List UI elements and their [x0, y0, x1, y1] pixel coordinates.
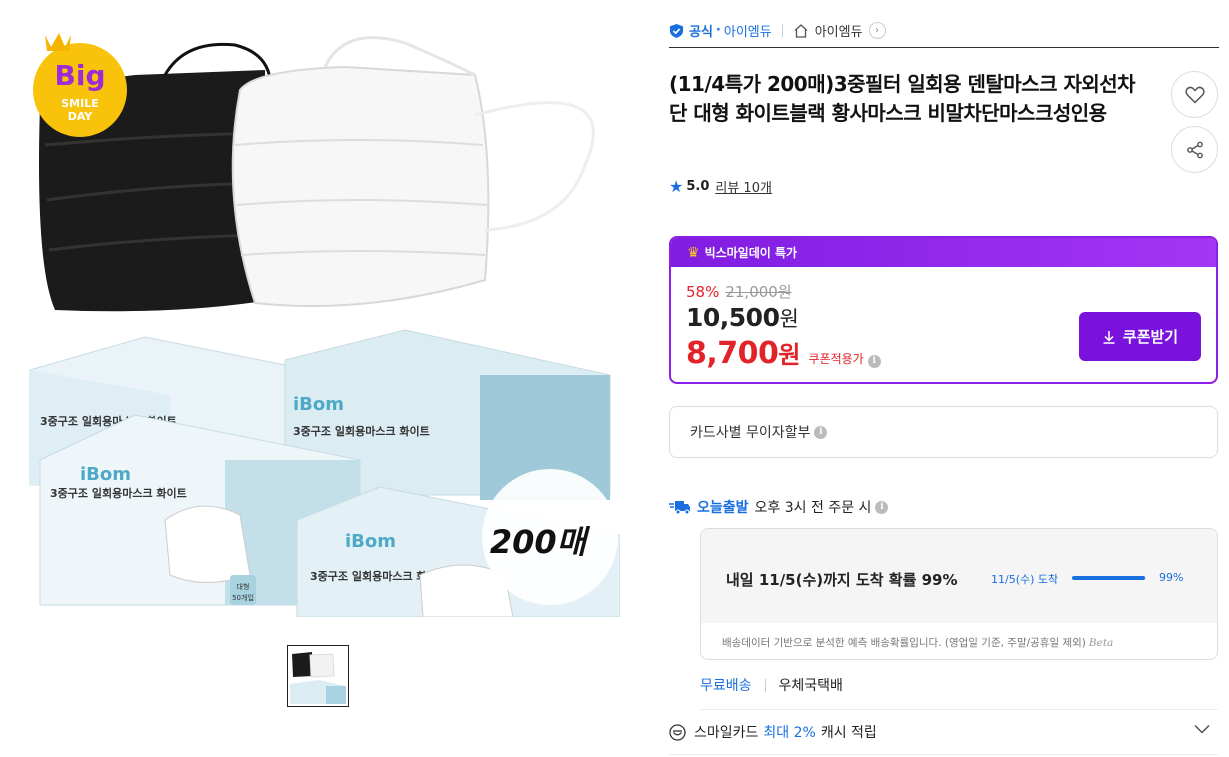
smile-icon: [669, 723, 686, 741]
arrival-text: 내일 11/5(수)까지 도착 확률 99%: [726, 571, 958, 589]
review-link[interactable]: 리뷰 10개: [715, 177, 772, 196]
box2-brand: iBom: [293, 394, 344, 415]
sale-price-amount: 10,500: [686, 303, 780, 332]
discount-rate: 58%: [686, 282, 720, 301]
share-button[interactable]: [1171, 126, 1218, 173]
official-dot: ·: [715, 23, 721, 38]
free-shipping-label: 무료배송: [700, 678, 752, 694]
fast-truck-icon: [669, 501, 690, 515]
official-label: 공식: [689, 25, 713, 40]
divider: [700, 709, 1218, 710]
white-mask-graphic: [231, 36, 595, 308]
arrival-probability-bar: [1072, 576, 1146, 580]
product-title: (11/4특가 200매)3중필터 일회용 덴탈마스크 자외선차단 대형 화이트…: [669, 72, 1136, 125]
arrival-probability-fill: [1072, 576, 1146, 580]
installment-info[interactable]: 카드사별 무이자할부 i: [669, 406, 1218, 458]
chevron-right-icon: ›: [868, 22, 886, 39]
share-icon: [1186, 141, 1203, 158]
discount-row: 58% 21,000원: [686, 281, 792, 302]
arrival-date-label: 11/5(수) 도착: [991, 573, 1059, 586]
badge-big-text: Big: [55, 59, 106, 92]
coupon-price-amount: 8,700: [686, 336, 779, 371]
coupon-download-label: 쿠폰받기: [1122, 328, 1179, 346]
big-smile-day-deal-box: ♛ 빅스마일데이 특가 58% 21,000원 10,500원 8,700 원 …: [669, 236, 1218, 384]
sale-price: 10,500원: [686, 303, 799, 333]
thumbnail-1[interactable]: [287, 645, 349, 707]
count-overlay: 200매: [482, 469, 618, 605]
wishlist-button[interactable]: [1171, 71, 1218, 118]
box3-tag: 대형: [237, 583, 250, 591]
today-shipping-label: 오늘출발: [697, 500, 749, 516]
chevron-down-icon[interactable]: [1194, 724, 1210, 734]
delivery-probability-box: 내일 11/5(수)까지 도착 확률 99% 11/5(수) 도착 99% 배송…: [700, 528, 1218, 660]
carrier-name: 우체국택배: [778, 678, 843, 694]
shipping-separator: [764, 678, 766, 692]
coupon-price: 8,700 원 쿠폰적용가 i: [686, 335, 881, 371]
rating-summary: ★ 5.0 리뷰 10개: [669, 177, 772, 196]
shop-link[interactable]: 아이엠듀 ›: [793, 21, 886, 40]
info-icon[interactable]: i: [867, 354, 881, 368]
order-cutoff: 오후 3시 전 주문 시: [754, 500, 872, 516]
seller-bar: 공식 · 아이엠듀 아이엠듀 ›: [669, 14, 1219, 48]
badge-day-text: DAY: [68, 110, 94, 123]
shipping-method-row: 무료배송 우체국택배: [700, 675, 843, 695]
box3-count: 50개입: [232, 593, 254, 602]
shop-name: 아이엠듀: [814, 25, 863, 40]
heart-icon: [1184, 86, 1205, 104]
divider: [669, 754, 1218, 755]
coupon-price-label: 쿠폰적용가: [808, 352, 864, 366]
deal-body: 58% 21,000원 10,500원 8,700 원 쿠폰적용가 i 쿠폰받기: [671, 267, 1216, 382]
big-smile-day-badge: Big SMILE DAY: [33, 33, 127, 137]
star-icon: ★: [669, 177, 684, 196]
delivery-summary: 내일 11/5(수)까지 도착 확률 99% 11/5(수) 도착 99%: [701, 529, 1217, 623]
official-store-name: 아이엠듀: [723, 25, 772, 40]
smilecard-cashback-row[interactable]: 스마일카드 최대 2% 캐시 적립: [669, 722, 1218, 742]
sale-price-currency: 원: [779, 307, 799, 331]
smilecard-prefix: 스마일카드: [694, 725, 759, 741]
smilecard-max: 최대 2%: [763, 725, 816, 741]
box3-title: 3중구조 일회용마스크 화이트: [50, 486, 187, 500]
deal-header-label: 빅스마일데이 특가: [704, 246, 798, 260]
product-main-image: Big SMILE DAY 3중구조 일회용마스크 화이트 iBom 3중구조 …: [25, 15, 620, 617]
box4-brand: iBom: [345, 531, 396, 552]
info-icon[interactable]: i: [814, 425, 828, 439]
seller-separator: [781, 24, 783, 37]
smilecard-suffix: 캐시 적립: [820, 725, 877, 741]
coupon-download-button[interactable]: 쿠폰받기: [1079, 312, 1201, 361]
rating-score: 5.0: [686, 179, 710, 194]
crown-icon: ♛: [687, 244, 700, 261]
home-icon: [794, 23, 808, 38]
box3-brand: iBom: [80, 464, 131, 485]
installment-label: 카드사별 무이자할부: [690, 425, 811, 441]
download-icon: [1103, 330, 1115, 344]
badge-smile-text: SMILE: [61, 97, 99, 110]
beta-label: Beta: [1088, 637, 1114, 649]
today-shipping-row: 오늘출발 오후 3시 전 주문 시 i: [669, 497, 889, 517]
prediction-note-text: 배송데이터 기반으로 분석한 예측 배송확률입니다. (영업일 기준, 주말/공…: [722, 637, 1086, 649]
original-price: 21,000원: [725, 283, 792, 301]
box2-title: 3중구조 일회용마스크 화이트: [293, 424, 430, 438]
official-store-link[interactable]: 공식 · 아이엠듀: [669, 21, 772, 40]
count-overlay-text: 200매: [490, 523, 591, 561]
prediction-note: 배송데이터 기반으로 분석한 예측 배송확률입니다. (영업일 기준, 주말/공…: [722, 635, 1113, 650]
deal-header: ♛ 빅스마일데이 특가: [671, 238, 1216, 267]
arrival-probability-value: 99%: [1159, 571, 1184, 584]
coupon-price-currency: 원: [778, 341, 801, 369]
info-icon[interactable]: i: [875, 500, 889, 514]
shield-check-icon: [669, 23, 684, 38]
